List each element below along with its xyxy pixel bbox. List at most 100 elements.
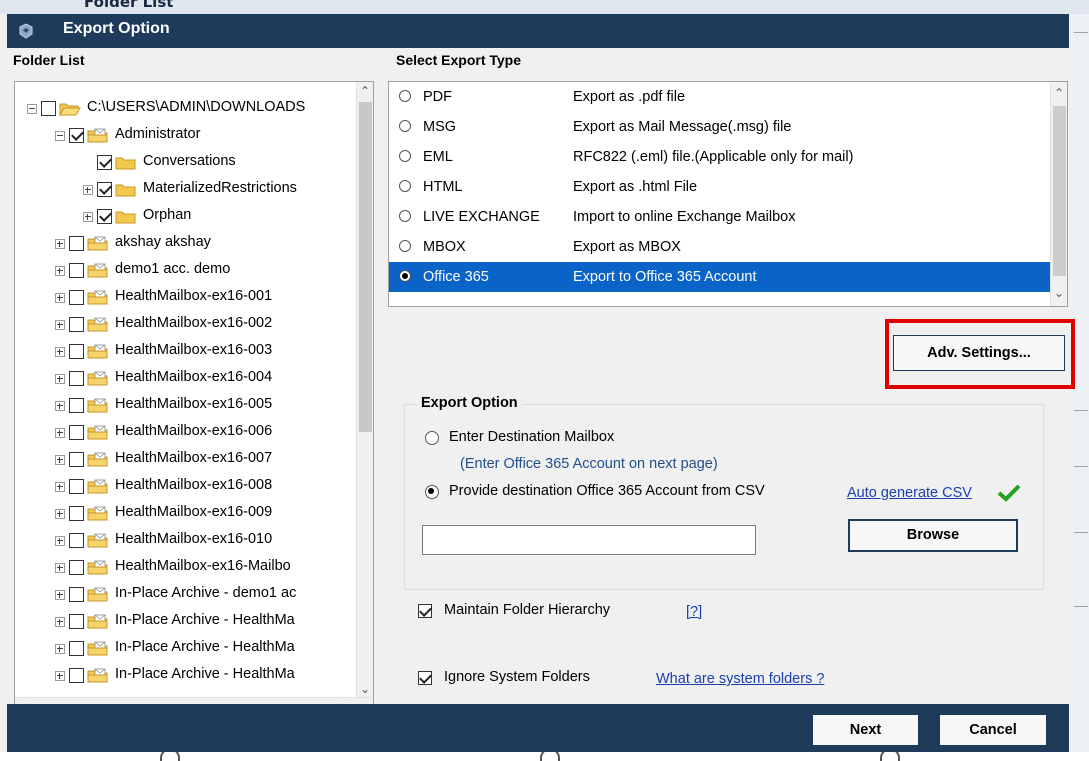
expand-icon[interactable]	[55, 509, 65, 519]
tree-item-checkbox[interactable]	[97, 155, 112, 170]
tree-item-checkbox[interactable]	[69, 263, 84, 278]
export-type-mbox[interactable]: MBOX Export as MBOX	[389, 232, 1052, 262]
tree-item-label: demo1 acc. demo	[115, 261, 231, 277]
ignore-system-folders-label: Ignore System Folders	[444, 669, 590, 685]
expand-icon[interactable]	[55, 401, 65, 411]
enter-destination-label: Enter Destination Mailbox	[449, 429, 615, 445]
export-type-office-365[interactable]: Office 365 Export to Office 365 Account	[389, 262, 1052, 292]
folder-icon	[87, 668, 108, 683]
export-scroll-up-icon[interactable]: ⌃	[1054, 86, 1064, 100]
tree-item-checkbox[interactable]	[69, 587, 84, 602]
scroll-up-icon[interactable]: ⌃	[360, 84, 370, 98]
tree-item-checkbox[interactable]	[69, 317, 84, 332]
tree-item-checkbox[interactable]	[69, 452, 84, 467]
export-option-dialog: Export Option Folder List Select Export …	[7, 14, 1075, 752]
expand-icon[interactable]	[55, 239, 65, 249]
export-type-radio[interactable]	[399, 210, 411, 222]
tree-item-checkbox[interactable]	[69, 371, 84, 386]
expand-icon[interactable]	[55, 455, 65, 465]
ignore-system-folders-checkbox[interactable]	[418, 671, 432, 685]
export-type-name: MBOX	[423, 239, 466, 255]
export-type-radio[interactable]	[399, 180, 411, 192]
tree-item-label: Administrator	[115, 126, 201, 142]
hierarchy-help-link[interactable]: [?]	[686, 604, 702, 620]
expand-icon[interactable]	[83, 212, 93, 222]
tree-item-checkbox[interactable]	[69, 344, 84, 359]
system-folders-info-link[interactable]: What are system folders ?	[656, 671, 824, 687]
tree-item-label: Orphan	[143, 207, 192, 223]
expand-icon[interactable]	[55, 428, 65, 438]
expand-icon[interactable]	[55, 347, 65, 357]
maintain-hierarchy-label: Maintain Folder Hierarchy	[444, 602, 611, 618]
expand-icon[interactable]	[55, 671, 65, 681]
auto-generate-csv-link[interactable]: Auto generate CSV	[847, 485, 972, 501]
tree-item-checkbox[interactable]	[69, 236, 84, 251]
export-type-radio[interactable]	[399, 150, 411, 162]
export-type-eml[interactable]: EML RFC822 (.eml) file.(Applicable only f…	[389, 142, 1052, 172]
tree-item-label: Conversations	[143, 153, 236, 169]
tree-item-checkbox[interactable]	[69, 128, 84, 143]
export-type-list[interactable]: PDF Export as .pdf file MSG Export as Mail …	[388, 81, 1068, 307]
tree-item-checkbox[interactable]	[97, 209, 112, 224]
export-scroll-thumb[interactable]	[1053, 106, 1066, 276]
export-type-radio[interactable]	[399, 240, 411, 252]
export-scroll-down-icon[interactable]: ⌄	[1054, 286, 1064, 300]
folder-icon	[87, 236, 108, 251]
export-type-live-exchange[interactable]: LIVE EXCHANGE Import to online Exchange M…	[389, 202, 1052, 232]
collapse-icon[interactable]	[27, 104, 37, 114]
csv-destination-radio[interactable]	[425, 485, 439, 499]
tree-item-checkbox[interactable]	[69, 290, 84, 305]
export-type-html[interactable]: HTML Export as .html File	[389, 172, 1052, 202]
enter-destination-radio[interactable]	[425, 431, 439, 445]
tree-item-checkbox[interactable]	[69, 668, 84, 683]
folder-icon	[87, 344, 108, 359]
tree-item-checkbox[interactable]	[69, 560, 84, 575]
export-type-radio[interactable]	[399, 90, 411, 102]
tree-item-checkbox[interactable]	[97, 182, 112, 197]
export-type-pdf[interactable]: PDF Export as .pdf file	[389, 82, 1052, 112]
tree-item-label: akshay akshay	[115, 234, 211, 250]
csv-path-input[interactable]	[422, 525, 756, 555]
expand-icon[interactable]	[55, 374, 65, 384]
expand-icon[interactable]	[55, 293, 65, 303]
tree-item-checkbox[interactable]	[41, 101, 56, 116]
next-button[interactable]: Next	[811, 713, 920, 747]
expand-icon[interactable]	[55, 563, 65, 573]
tree-item-checkbox[interactable]	[69, 479, 84, 494]
tree-item-checkbox[interactable]	[69, 425, 84, 440]
tree-item-checkbox[interactable]	[69, 641, 84, 656]
app-icon	[19, 23, 33, 39]
tree-item-checkbox[interactable]	[69, 614, 84, 629]
tree-scroll-thumb[interactable]	[359, 102, 372, 432]
maintain-hierarchy-checkbox[interactable]	[418, 604, 432, 618]
scroll-down-icon[interactable]: ⌄	[360, 682, 370, 696]
tree-item-checkbox[interactable]	[69, 398, 84, 413]
cancel-button[interactable]: Cancel	[938, 713, 1048, 747]
export-type-description: Export to Office 365 Account	[573, 269, 757, 285]
expand-icon[interactable]	[55, 266, 65, 276]
export-type-radio[interactable]	[399, 270, 411, 282]
export-type-description: Export as .pdf file	[573, 89, 686, 105]
tree-vertical-scrollbar[interactable]: ⌃ ⌄	[356, 82, 373, 714]
expand-icon[interactable]	[55, 482, 65, 492]
tree-item-label: In-Place Archive - HealthMa	[115, 612, 295, 628]
tree-item-checkbox[interactable]	[69, 533, 84, 548]
tree-item-label: HealthMailbox-ex16-010	[115, 531, 273, 547]
export-type-scrollbar[interactable]: ⌃ ⌄	[1050, 82, 1067, 306]
tree-item-checkbox[interactable]	[69, 506, 84, 521]
expand-icon[interactable]	[55, 536, 65, 546]
adv-settings-button[interactable]: Adv. Settings...	[893, 335, 1065, 371]
folder-tree[interactable]: C:\USERS\ADMIN\DOWNLOADS Administrator Con…	[14, 81, 374, 715]
expand-icon[interactable]	[55, 320, 65, 330]
collapse-icon[interactable]	[55, 131, 65, 141]
expand-icon[interactable]	[83, 185, 93, 195]
folder-icon	[115, 157, 136, 170]
expand-icon[interactable]	[55, 590, 65, 600]
expand-icon[interactable]	[55, 644, 65, 654]
browse-button[interactable]: Browse	[848, 519, 1018, 552]
folder-icon	[87, 371, 108, 386]
expand-icon[interactable]	[55, 617, 65, 627]
export-type-radio[interactable]	[399, 120, 411, 132]
export-type-msg[interactable]: MSG Export as Mail Message(.msg) file	[389, 112, 1052, 142]
tree-item-label: HealthMailbox-ex16-Mailbo	[115, 558, 291, 574]
